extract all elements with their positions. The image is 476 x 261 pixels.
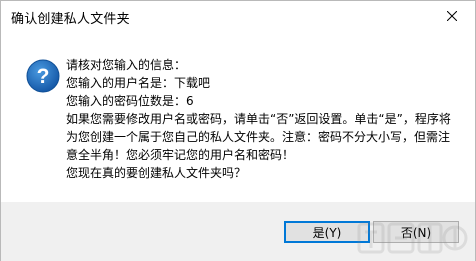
message-line-4: 如果您需要修改用户名或密码，请单击“否”返回设置。单击“是”，程序将为您创建一个… bbox=[66, 112, 451, 162]
message-line-5: 您现在真的要创建私人文件夹吗？ bbox=[66, 166, 247, 180]
message-text: 请核对您输入的信息： 您输入的用户名是：下载吧 您输入的密码位数是：6 如果您需… bbox=[66, 56, 451, 182]
message-line-2: 您输入的用户名是：下载吧 bbox=[66, 76, 211, 90]
dialog-window: 确认创建私人文件夹 ? 请核对您输入的信息： 您输入的用户名是：下载吧 您输入的… bbox=[0, 0, 476, 261]
message-line-3: 您输入的密码位数是：6 bbox=[66, 94, 194, 108]
dialog-content: ? 请核对您输入的信息： 您输入的用户名是：下载吧 您输入的密码位数是：6 如果… bbox=[1, 31, 475, 202]
close-icon bbox=[447, 11, 457, 21]
question-icon: ? bbox=[26, 59, 60, 93]
close-button[interactable] bbox=[429, 1, 475, 31]
watermark-logo bbox=[357, 222, 468, 254]
title-bar[interactable]: 确认创建私人文件夹 bbox=[1, 1, 475, 31]
message-line-1: 请核对您输入的信息： bbox=[66, 58, 187, 72]
svg-text:?: ? bbox=[37, 65, 50, 88]
dialog-title: 确认创建私人文件夹 bbox=[11, 12, 130, 27]
